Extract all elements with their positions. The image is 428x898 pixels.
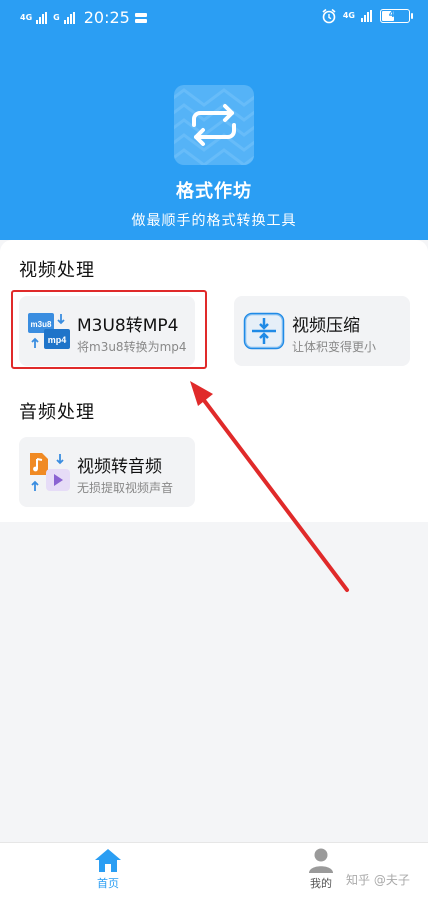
card-subtitle: 让体积变得更小 (292, 340, 377, 354)
status-bar: 4G G 20:25 4G 44 (0, 0, 428, 34)
video-to-audio-icon (28, 451, 70, 493)
nav-mine[interactable]: 我的 (291, 847, 351, 891)
storage-icon (134, 12, 147, 23)
nav-home-label: 首页 (97, 877, 119, 890)
app-subtitle: 做最顺手的格式转换工具 (131, 213, 297, 229)
network-type-label: 4G (20, 12, 33, 22)
battery-level: 44 (388, 10, 402, 20)
card-title: 视频转音频 (77, 457, 162, 477)
user-icon (309, 848, 333, 873)
app-title: 格式作坊 (176, 181, 252, 202)
compress-icon (243, 310, 285, 352)
video-compress-card[interactable]: 视频压缩 让体积变得更小 (234, 296, 410, 366)
card-title: 视频压缩 (292, 316, 360, 336)
video-to-audio-card[interactable]: 视频转音频 无损提取视频声音 (19, 437, 195, 507)
alarm-icon (322, 8, 336, 24)
card-subtitle: 无损提取视频声音 (77, 481, 174, 495)
nav-home[interactable]: 首页 (78, 847, 138, 891)
convert-loop-icon (174, 88, 254, 165)
signal-icon (36, 11, 48, 24)
nav-mine-label: 我的 (310, 877, 332, 890)
home-icon (95, 849, 121, 872)
bottom-nav: 首页 我的 (0, 842, 428, 898)
app-header: 4G G 20:25 4G 44 格式作坊 做最顺手的格式转换工具 (0, 0, 428, 240)
app-logo (174, 85, 254, 165)
annotation-highlight-box (11, 290, 207, 369)
signal-icon-2 (63, 11, 75, 24)
watermark: 知乎 @夫子 (346, 873, 410, 887)
network-type-label-2: G (53, 12, 60, 22)
signal-icon-right (361, 10, 372, 22)
section-title-video: 视频处理 (19, 260, 95, 281)
status-time: 20:25 (83, 8, 130, 27)
section-title-audio: 音频处理 (19, 402, 95, 423)
battery-icon: 44 (380, 9, 413, 23)
network-type-label-right: 4G (342, 11, 355, 20)
